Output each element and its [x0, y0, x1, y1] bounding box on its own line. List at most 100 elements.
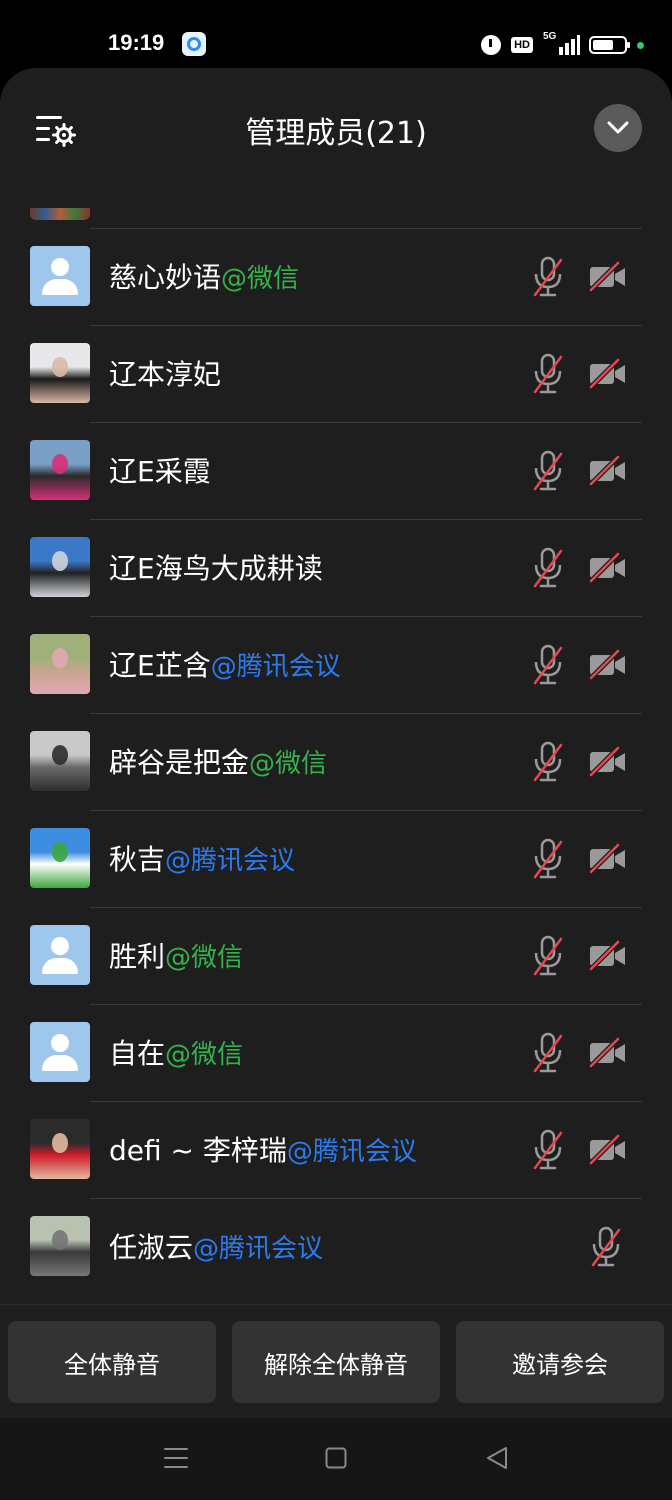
mic-muted-icon[interactable] [532, 450, 564, 492]
member-list[interactable]: 慈心妙语@微信 辽本淳妃 辽E采霞 辽E海鸟大成耕读 辽E芷含@腾讯会议 辟谷是把金@微信… [0, 198, 672, 1306]
back-icon[interactable] [485, 1446, 509, 1470]
member-row[interactable]: 辟谷是把金@微信 [0, 713, 672, 810]
mic-muted-icon[interactable] [590, 1226, 622, 1268]
avatar [30, 634, 90, 694]
avatar [30, 828, 90, 888]
row-divider [90, 519, 642, 520]
member-name-text: 辟谷是把金 [109, 746, 250, 779]
tencent-meeting-tag: @腾讯会议 [165, 846, 296, 876]
avatar [30, 343, 90, 403]
avatar [30, 1216, 90, 1276]
member-row[interactable]: 胜利@微信 [0, 907, 672, 1004]
wechat-tag: @微信 [165, 1040, 244, 1070]
camera-off-icon[interactable] [588, 648, 628, 682]
row-divider [90, 325, 642, 326]
mute-all-button[interactable]: 全体静音 [8, 1321, 216, 1403]
invite-button[interactable]: 邀请参会 [456, 1321, 664, 1403]
member-name-text: 胜利 [109, 940, 166, 973]
mic-muted-icon[interactable] [532, 1032, 564, 1074]
member-name-text: 辽E芷含 [109, 649, 211, 682]
tencent-meeting-tag: @腾讯会议 [210, 652, 341, 682]
tencent-meeting-tag: @腾讯会议 [286, 1137, 417, 1167]
mic-muted-icon[interactable] [532, 935, 564, 977]
member-name: 自在@微信 [109, 1032, 243, 1072]
avatar [30, 537, 90, 597]
page-title: 管理成员(21) [245, 116, 427, 151]
mic-muted-icon[interactable] [532, 256, 564, 298]
mic-muted-icon[interactable] [532, 838, 564, 880]
collapse-button[interactable] [594, 104, 642, 152]
row-divider [90, 422, 642, 423]
member-name: 任淑云@腾讯会议 [109, 1226, 323, 1266]
status-icons: HD 5G [481, 31, 644, 58]
mic-muted-icon[interactable] [532, 353, 564, 395]
system-nav-bar [0, 1418, 672, 1500]
avatar [30, 925, 90, 985]
member-management-panel: 管理成员(21) 慈心妙语@微信 辽本淳妃 辽E采霞 辽E海鸟大成耕读 辽E芷含@腾讯会… [0, 68, 672, 1418]
avatar [30, 1119, 90, 1179]
camera-off-icon[interactable] [588, 1133, 628, 1167]
member-row[interactable]: 自在@微信 [0, 1004, 672, 1101]
member-name: 胜利@微信 [109, 935, 243, 975]
hd-icon: HD [511, 37, 533, 53]
row-divider [90, 1101, 642, 1102]
tencent-meeting-tag: @腾讯会议 [193, 1234, 324, 1264]
mic-muted-icon[interactable] [532, 741, 564, 783]
row-divider [90, 907, 642, 908]
member-name-text: 辽E海鸟大成耕读 [109, 552, 323, 585]
row-divider [90, 616, 642, 617]
partial-avatar [30, 208, 90, 220]
mic-muted-icon[interactable] [532, 547, 564, 589]
member-name: 辽本淳妃 [109, 353, 221, 393]
panel-header: 管理成员(21) [0, 68, 672, 188]
camera-off-icon[interactable] [588, 745, 628, 779]
member-row[interactable]: 慈心妙语@微信 [0, 228, 672, 325]
chevron-down-icon [607, 121, 629, 134]
member-row[interactable]: 辽E芷含@腾讯会议 [0, 616, 672, 713]
action-bar: 全体静音 解除全体静音 邀请参会 [0, 1304, 672, 1418]
avatar [30, 731, 90, 791]
mic-muted-icon[interactable] [532, 1129, 564, 1171]
member-name-text: 任淑云 [109, 1231, 194, 1264]
signal-icon: 5G [543, 31, 580, 57]
row-divider [90, 228, 642, 229]
member-name-text: 秋吉 [109, 843, 166, 876]
status-dot-icon [637, 41, 644, 49]
camera-off-icon[interactable] [588, 260, 628, 294]
member-row[interactable]: 辽本淳妃 [0, 325, 672, 422]
member-name: 辽E采霞 [109, 450, 211, 490]
member-row[interactable]: defi ~ 李梓瑞@腾讯会议 [0, 1101, 672, 1198]
mic-muted-icon[interactable] [532, 644, 564, 686]
member-name-text: defi ~ 李梓瑞 [109, 1134, 287, 1167]
avatar [30, 246, 90, 306]
member-row[interactable]: 秋吉@腾讯会议 [0, 810, 672, 907]
camera-off-icon[interactable] [588, 939, 628, 973]
member-row[interactable]: 任淑云@腾讯会议 [0, 1198, 672, 1295]
camera-off-icon[interactable] [588, 357, 628, 391]
avatar [30, 1022, 90, 1082]
member-name: 秋吉@腾讯会议 [109, 838, 295, 878]
wechat-tag: @微信 [221, 264, 300, 294]
home-icon[interactable] [325, 1447, 347, 1469]
row-divider [90, 1198, 642, 1199]
menu-icon[interactable] [164, 1446, 188, 1470]
member-name: 辽E海鸟大成耕读 [109, 547, 323, 587]
camera-off-icon[interactable] [588, 1036, 628, 1070]
member-row[interactable]: 辽E采霞 [0, 422, 672, 519]
avatar [30, 440, 90, 500]
member-name: 慈心妙语@微信 [109, 256, 299, 296]
camera-off-icon[interactable] [588, 551, 628, 585]
row-divider [90, 713, 642, 714]
member-row[interactable]: 辽E海鸟大成耕读 [0, 519, 672, 616]
camera-off-icon[interactable] [588, 454, 628, 488]
wechat-tag: @微信 [249, 749, 328, 779]
battery-icon [589, 36, 630, 54]
member-name-text: 慈心妙语 [109, 261, 222, 294]
row-divider [90, 1004, 642, 1005]
member-name-text: 自在 [109, 1037, 166, 1070]
camera-off-icon[interactable] [588, 842, 628, 876]
member-name: 辽E芷含@腾讯会议 [109, 644, 341, 684]
member-name: 辟谷是把金@微信 [109, 741, 327, 781]
row-divider [90, 810, 642, 811]
unmute-all-button[interactable]: 解除全体静音 [232, 1321, 440, 1403]
